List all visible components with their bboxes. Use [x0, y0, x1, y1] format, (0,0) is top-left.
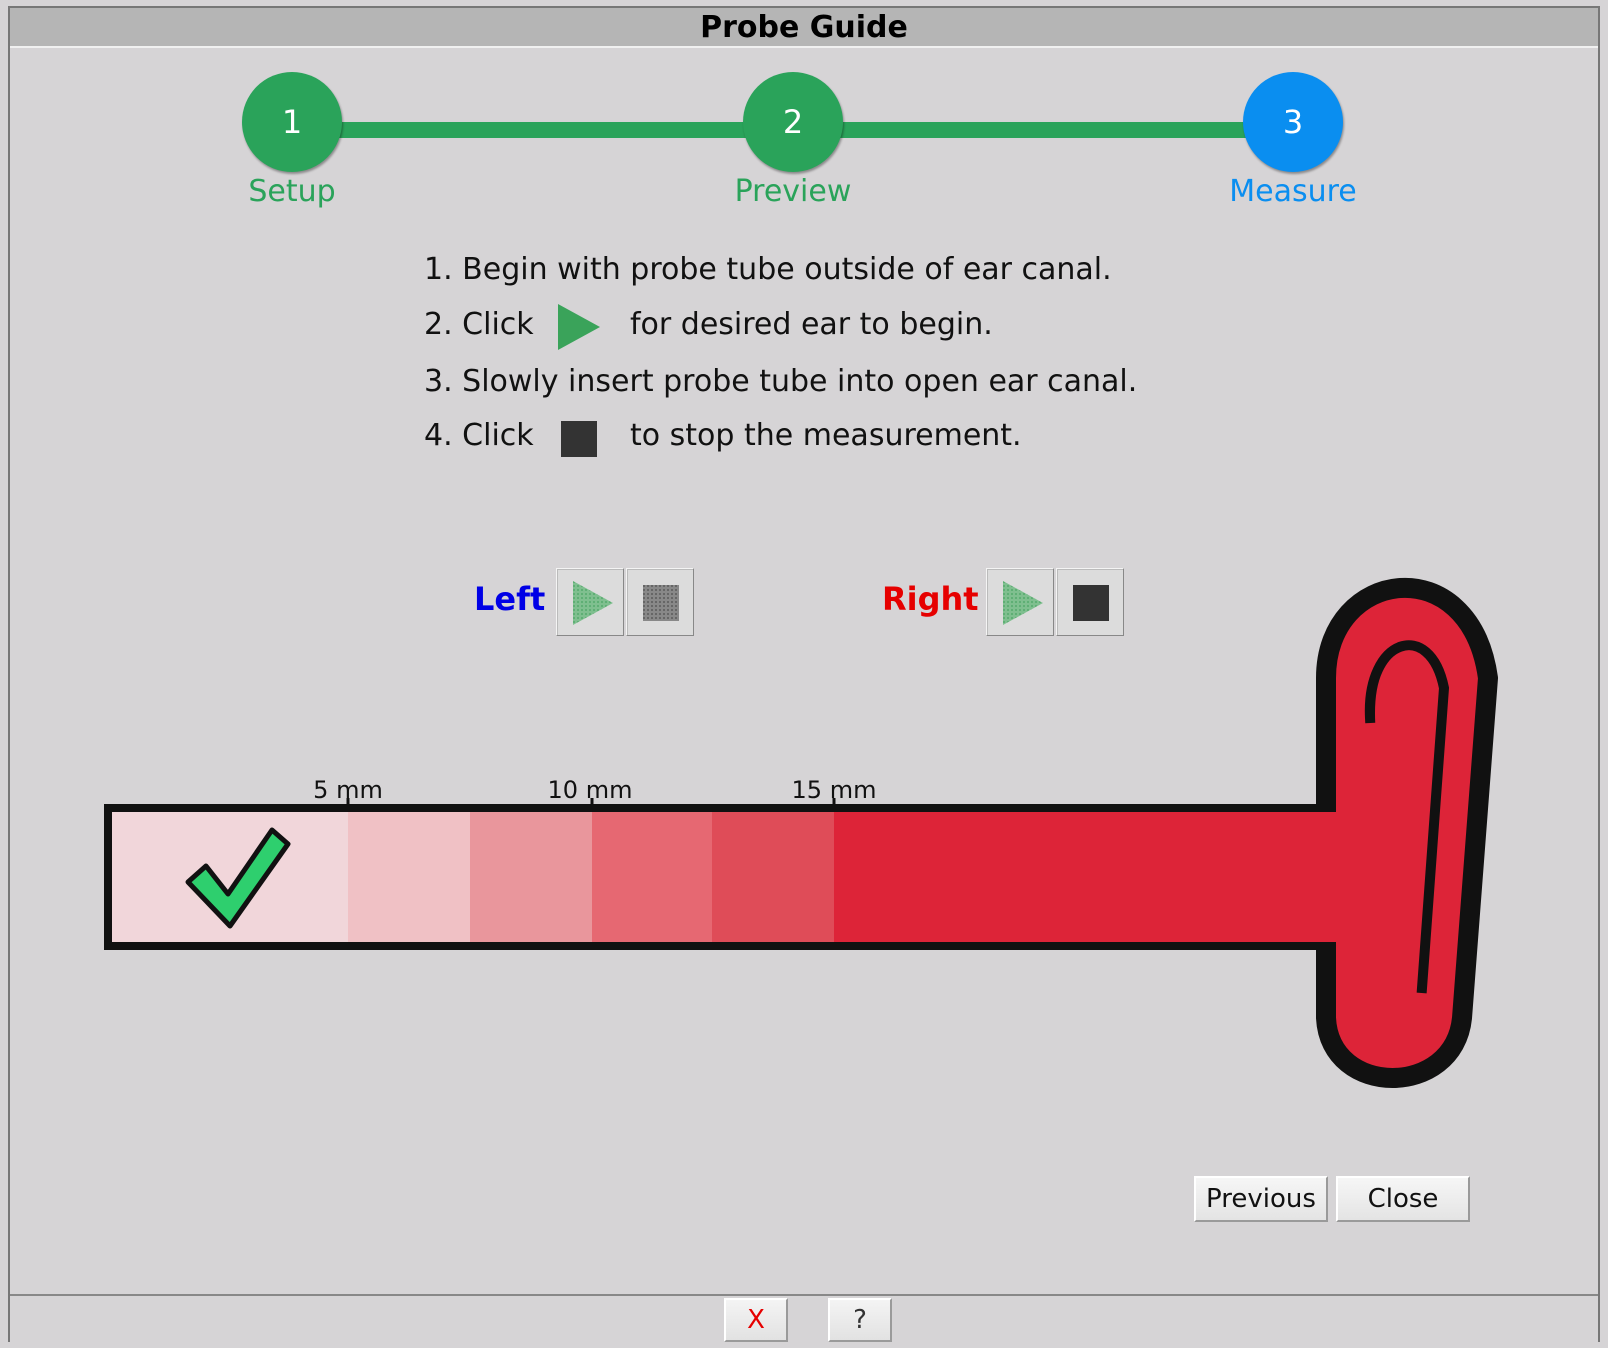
help-button[interactable]: ?: [828, 1298, 892, 1342]
help-icon: ?: [853, 1305, 867, 1335]
tube-segment-6: [834, 808, 1344, 946]
probe-tube-graphic: [104, 578, 1498, 1088]
tube-segment-4: [592, 808, 712, 946]
status-bar: X ?: [10, 1294, 1598, 1342]
probe-guide-window: Probe Guide 1 2 3 Setup Preview Measure …: [8, 6, 1600, 1342]
previous-button[interactable]: Previous: [1194, 1176, 1328, 1222]
tube-segment-2: [348, 808, 470, 946]
probe-handle: [1316, 578, 1498, 1088]
close-button[interactable]: Close: [1336, 1176, 1470, 1222]
close-x-button[interactable]: X: [724, 1298, 788, 1342]
tube-segment-5: [712, 808, 834, 946]
close-icon: X: [747, 1305, 765, 1335]
tube-segment-3: [470, 808, 592, 946]
